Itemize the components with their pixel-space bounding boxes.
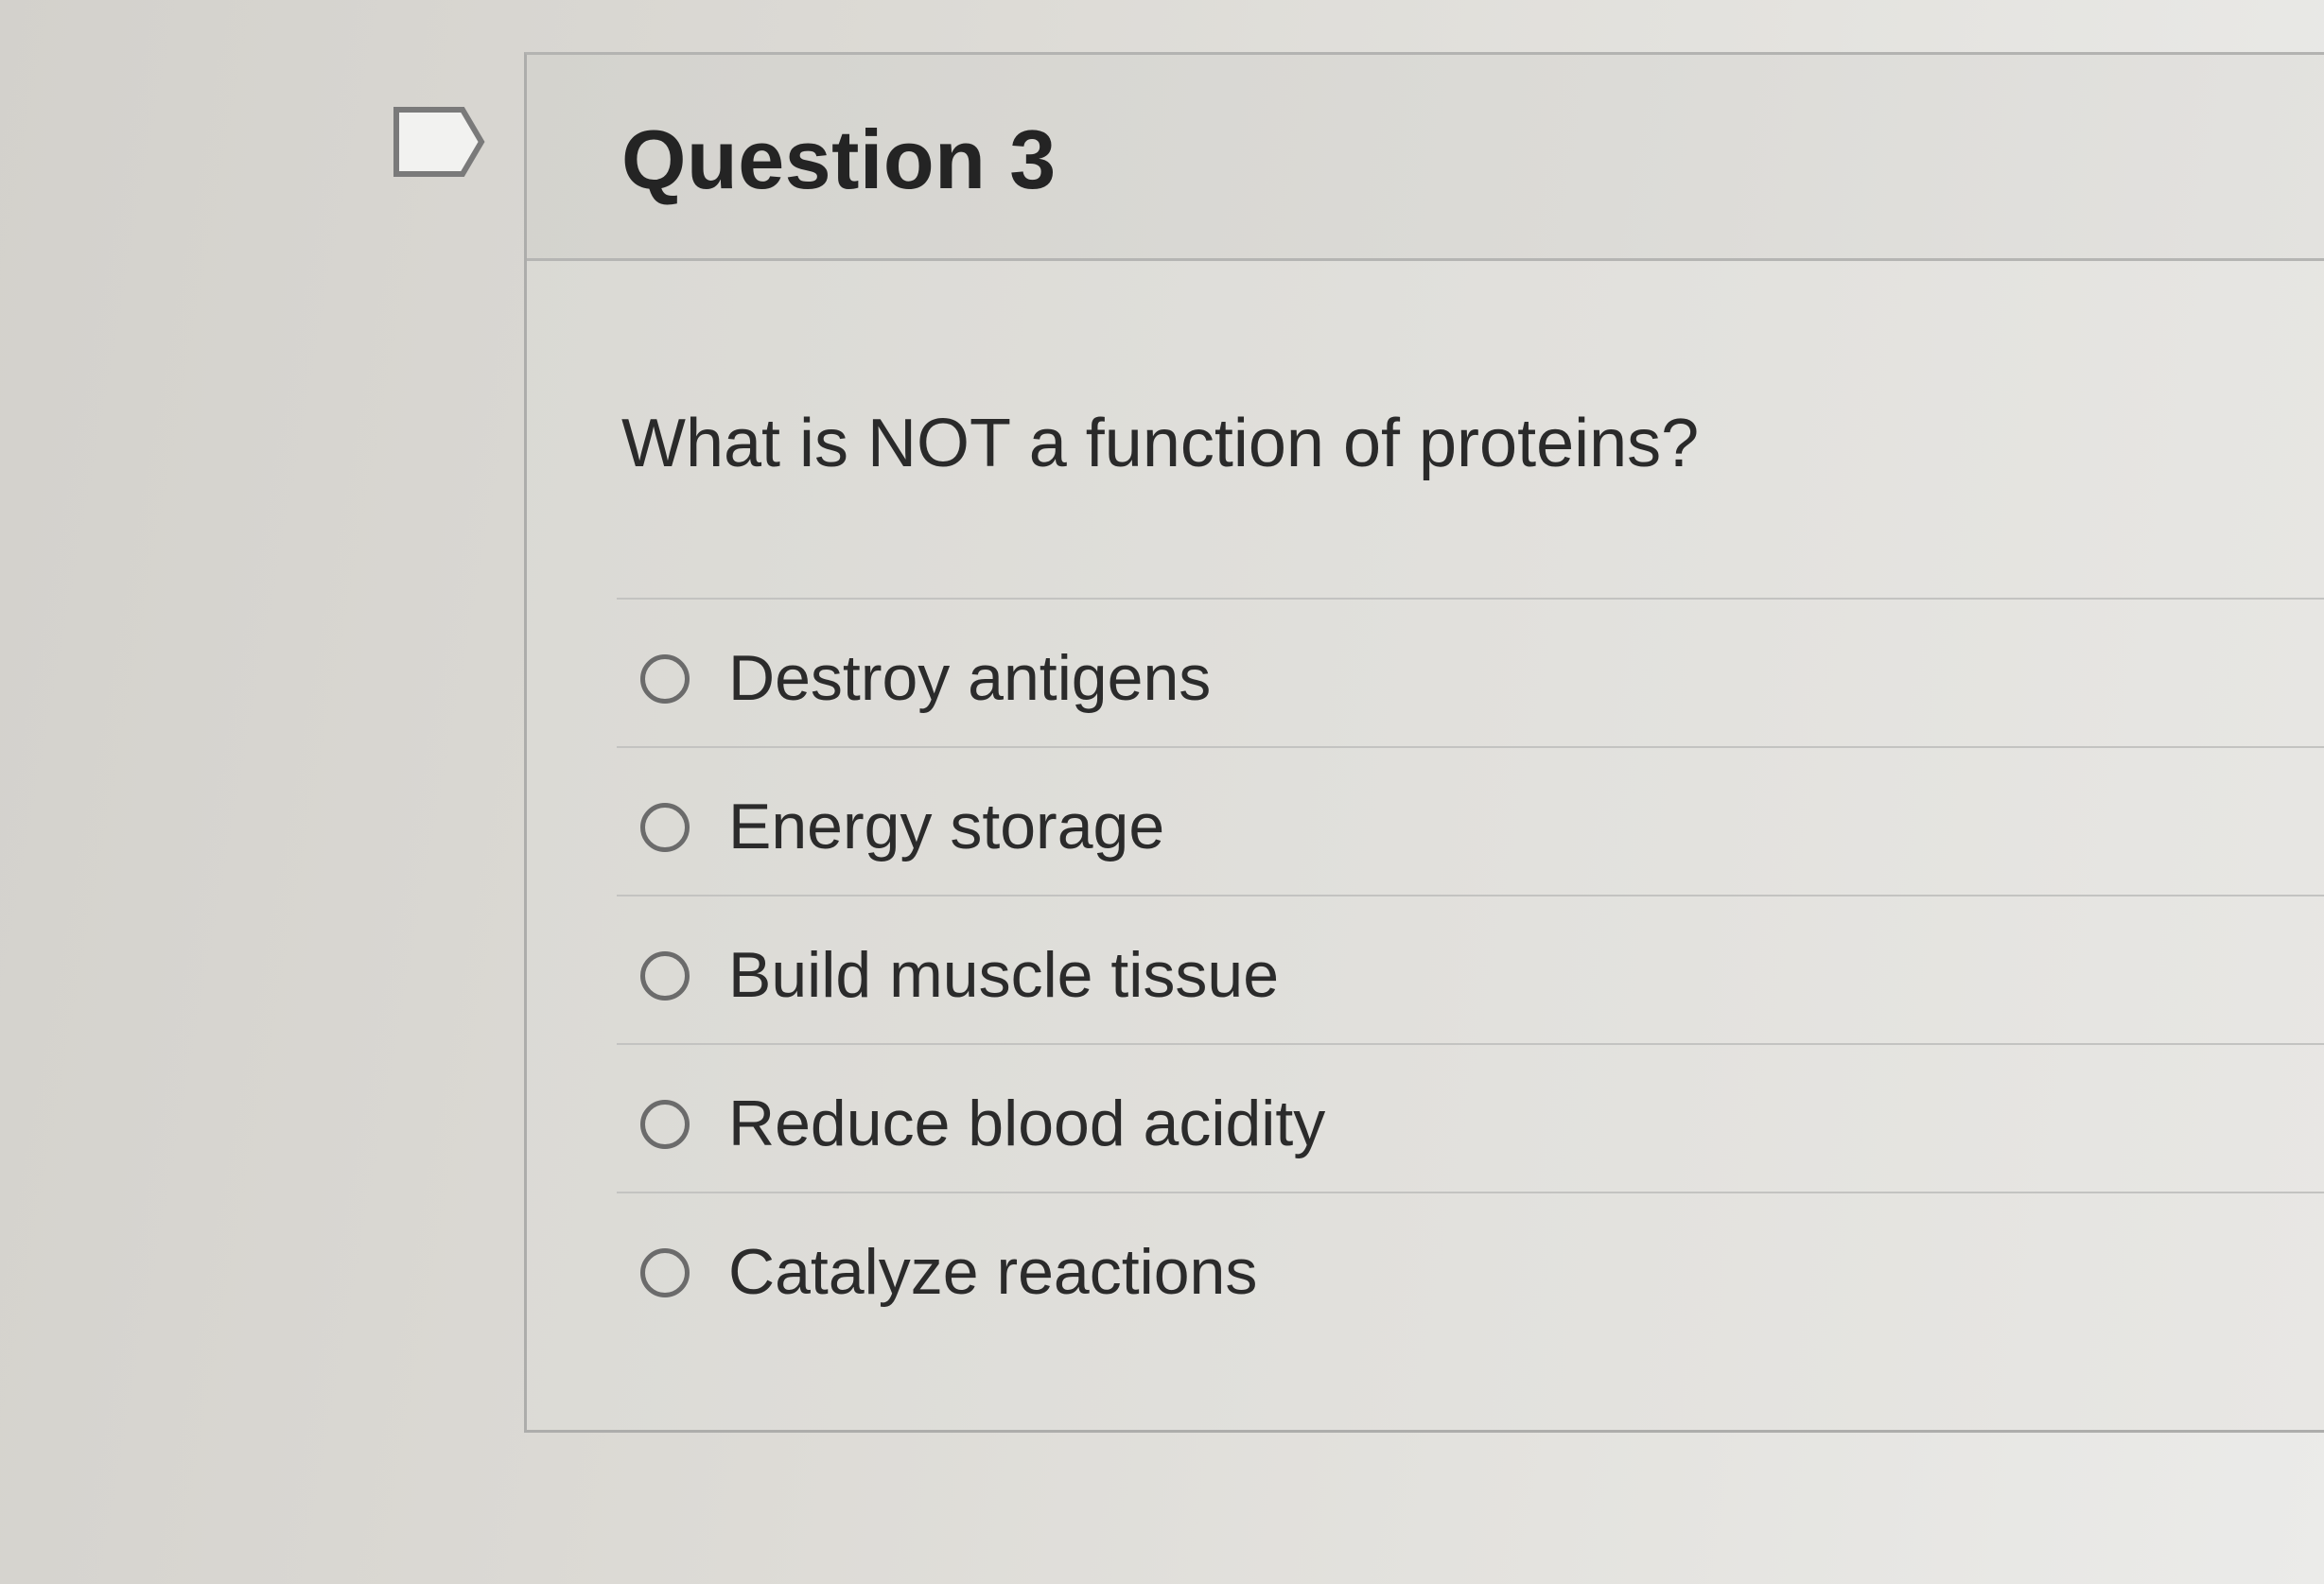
answer-option[interactable]: Reduce blood acidity: [617, 1043, 2324, 1192]
answer-label[interactable]: Build muscle tissue: [728, 938, 1279, 1012]
answer-option[interactable]: Destroy antigens: [617, 598, 2324, 746]
radio-button[interactable]: [640, 654, 690, 704]
answer-label[interactable]: Reduce blood acidity: [728, 1087, 1325, 1160]
answer-list: Destroy antigens Energy storage Build mu…: [617, 598, 2324, 1340]
radio-button[interactable]: [640, 803, 690, 852]
question-header: Question 3: [527, 55, 2324, 261]
answer-option[interactable]: Build muscle tissue: [617, 895, 2324, 1043]
radio-button[interactable]: [640, 1100, 690, 1149]
radio-button[interactable]: [640, 1248, 690, 1297]
flag-question-icon[interactable]: [391, 104, 485, 180]
answer-label[interactable]: Destroy antigens: [728, 641, 1211, 715]
answer-option[interactable]: Energy storage: [617, 746, 2324, 895]
answer-option[interactable]: Catalyze reactions: [617, 1192, 2324, 1340]
question-title: Question 3: [621, 113, 1057, 206]
radio-button[interactable]: [640, 951, 690, 1001]
question-prompt: What is NOT a function of proteins?: [621, 406, 1700, 481]
question-panel: Question 3 What is NOT a function of pro…: [524, 52, 2324, 1433]
answer-label[interactable]: Energy storage: [728, 790, 1164, 863]
answer-label[interactable]: Catalyze reactions: [728, 1235, 1257, 1309]
